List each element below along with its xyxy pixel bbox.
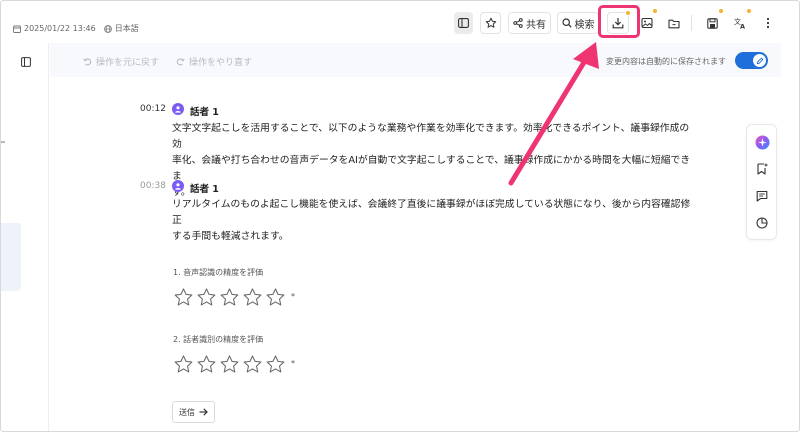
favorite-button[interactable] [480, 12, 501, 34]
share-icon [513, 18, 523, 28]
share-label: 共有 [526, 19, 546, 31]
star-icon[interactable] [242, 287, 263, 308]
translate-badge [746, 8, 752, 14]
sidebar-selected-item[interactable] [1, 223, 21, 291]
star-icon[interactable] [265, 354, 286, 375]
language-text: 日本語 [114, 24, 139, 33]
date-text: 2025/01/22 13:46 [24, 24, 96, 33]
date-info: 2025/01/22 13:46 [13, 24, 96, 33]
translate-button[interactable]: 文A [731, 8, 752, 34]
required-mark: * [291, 292, 295, 301]
ai-assistant-button[interactable] [754, 134, 770, 150]
editor-toolbar: 操作を元に戻す 操作をやり直す 変更内容は自動的に保存されます [50, 43, 781, 77]
star-icon[interactable] [219, 287, 240, 308]
star-icon[interactable] [173, 287, 194, 308]
folder-button[interactable] [665, 12, 683, 34]
undo-label: 操作を元に戻す [96, 58, 160, 68]
star-icon[interactable] [242, 354, 263, 375]
svg-text:A: A [740, 23, 745, 30]
comment-button[interactable] [754, 188, 770, 204]
survey-question-1: 1. 音声認識の精度を評価 [173, 268, 264, 277]
star-icon [485, 17, 496, 28]
sidebar-icon [21, 57, 31, 67]
translate-icon: 文A [734, 17, 745, 30]
left-sidebar [1, 43, 49, 431]
language-info[interactable]: 日本語 [103, 23, 139, 34]
save-icon [706, 17, 718, 29]
autosave-text: 変更内容は自動的に保存されます [606, 57, 726, 66]
pencil-icon [756, 57, 763, 64]
search-button[interactable]: 検索 [557, 12, 599, 34]
arrow-right-icon [199, 408, 208, 416]
transcript-text[interactable]: 文字文字起こしを活用することで、以下のような業務や作業を効率化できます。効率化で… [172, 121, 692, 201]
more-vertical-icon [766, 17, 770, 29]
toolbar-divider [691, 15, 692, 31]
undo-icon [83, 58, 92, 66]
right-tool-panel [746, 124, 777, 240]
folder-icon [668, 19, 680, 28]
layout-toggle-button[interactable] [454, 12, 473, 34]
speaker-name[interactable]: 話者 1 [190, 104, 219, 118]
submit-label: 送信 [179, 407, 195, 417]
transcript-text[interactable]: リアルタイムのものよ起こし機能を使えば、会議終了直後に議事録がほぼ完成している状… [172, 197, 692, 245]
star-icon[interactable] [196, 354, 217, 375]
top-bar: 2025/01/22 13:46 日本語 共有 検索 文 A [1, 1, 799, 43]
star-icon[interactable] [196, 287, 217, 308]
sidebar-toggle-button[interactable] [19, 55, 33, 69]
search-label: 検索 [574, 19, 595, 31]
redo-label: 操作をやり直す [189, 58, 253, 68]
user-icon [175, 106, 181, 113]
text-line: 率化、会議や打ち合わせの音声データをAIが自動で文字起こしすることで、議事録作成… [172, 155, 691, 182]
image-icon [641, 17, 653, 29]
sidebar-marker [1, 141, 5, 143]
star-icon[interactable] [265, 287, 286, 308]
save-badge [718, 8, 724, 14]
rating-stars-1: * [173, 287, 295, 308]
more-options-button[interactable] [760, 12, 776, 34]
submit-button[interactable]: 送信 [172, 401, 215, 423]
comment-icon [756, 190, 768, 202]
bookmark-add-button[interactable] [754, 161, 770, 177]
image-export-button[interactable] [638, 8, 658, 34]
speaker-avatar [172, 103, 184, 115]
file-meta: 2025/01/22 13:46 日本語 [13, 23, 139, 34]
autosave-toggle[interactable] [735, 52, 768, 69]
app-window: 2025/01/22 13:46 日本語 共有 検索 文 A 操作を元に戻す 操… [0, 0, 800, 432]
text-line: 文字文字起こしを活用することで、以下のような業務や作業を効率化できます。効率化で… [172, 123, 690, 150]
speaker-name[interactable]: 話者 1 [190, 181, 219, 195]
download-highlight-box [598, 5, 640, 38]
image-badge [652, 8, 658, 14]
redo-button[interactable]: 操作をやり直す [176, 55, 252, 68]
survey-question-2: 2. 話者識別の精度を評価 [173, 335, 264, 344]
required-mark: * [291, 359, 295, 368]
timestamp[interactable]: 00:38 [140, 181, 166, 191]
undo-button[interactable]: 操作を元に戻す [83, 55, 159, 68]
bookmark-plus-icon [756, 163, 767, 175]
globe-icon [103, 24, 112, 33]
save-button[interactable] [703, 8, 724, 34]
ai-sparkle-icon [755, 135, 769, 149]
star-icon[interactable] [219, 354, 240, 375]
star-icon[interactable] [173, 354, 194, 375]
toggle-knob [753, 54, 766, 67]
search-icon [561, 18, 572, 28]
redo-icon [176, 58, 185, 66]
share-button[interactable]: 共有 [508, 12, 551, 34]
timestamp[interactable]: 00:12 [140, 104, 166, 114]
user-icon [175, 183, 181, 190]
columns-icon [458, 18, 469, 28]
pie-chart-icon [756, 217, 768, 229]
text-line: する手間も軽減されます。 [172, 231, 289, 242]
rating-stars-2: * [173, 354, 295, 375]
speaker-avatar [172, 180, 184, 192]
analytics-button[interactable] [754, 215, 770, 231]
calendar-icon [13, 25, 21, 33]
text-line: リアルタイムのものよ起こし機能を使えば、会議終了直後に議事録がほぼ完成している状… [172, 199, 691, 226]
